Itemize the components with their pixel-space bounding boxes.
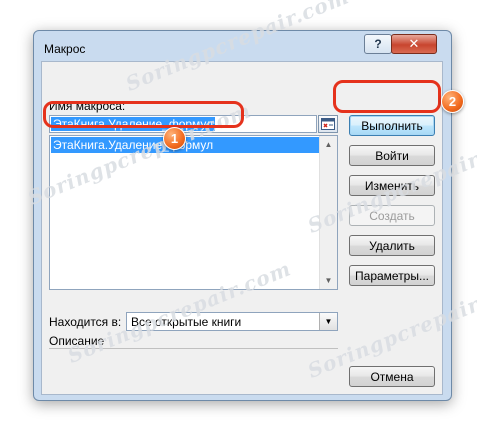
description-divider [49,348,338,349]
run-button-label: Выполнить [361,118,423,133]
macro-list[interactable]: ЭтаКнига.Удаление_формул ▲ ▼ [49,135,338,290]
macros-in-label: Находится в: [49,315,122,329]
delete-button[interactable]: Удалить [349,235,435,256]
cancel-button[interactable]: Отмена [349,366,435,387]
highlight-run-button [333,80,441,113]
scroll-down-icon[interactable]: ▼ [320,272,337,289]
macros-in-value: Все открытые книги [131,315,242,329]
create-button-label: Создать [369,208,415,223]
step-badge-2: 2 [441,90,464,113]
close-icon: ✕ [408,36,420,51]
list-scrollbar[interactable]: ▲ ▼ [319,136,337,289]
run-button[interactable]: Выполнить [349,115,435,136]
highlight-macro-item [43,101,244,128]
range-select-button[interactable] [318,115,338,133]
dialog-title: Макрос [44,42,86,56]
step-badge-1: 1 [163,127,186,150]
description-label: Описание [49,334,105,348]
step-into-button-label: Войти [375,148,409,163]
edit-button[interactable]: Изменить [349,175,435,196]
close-button[interactable]: ✕ [391,34,437,54]
edit-button-label: Изменить [364,178,420,193]
help-button[interactable]: ? [364,34,392,54]
help-icon: ? [374,37,382,51]
chevron-down-icon[interactable]: ▼ [319,313,337,330]
options-button-label: Параметры... [355,268,429,283]
options-button[interactable]: Параметры... [349,265,435,286]
scroll-up-icon[interactable]: ▲ [320,136,337,153]
delete-button-label: Удалить [369,238,415,253]
title-bar[interactable]: Макрос ? ✕ [34,31,451,61]
create-button: Создать [349,205,435,226]
macros-in-select[interactable]: Все открытые книги ▼ [126,312,338,331]
range-select-icon [321,118,335,130]
step-into-button[interactable]: Войти [349,145,435,166]
cancel-button-label: Отмена [370,369,414,384]
